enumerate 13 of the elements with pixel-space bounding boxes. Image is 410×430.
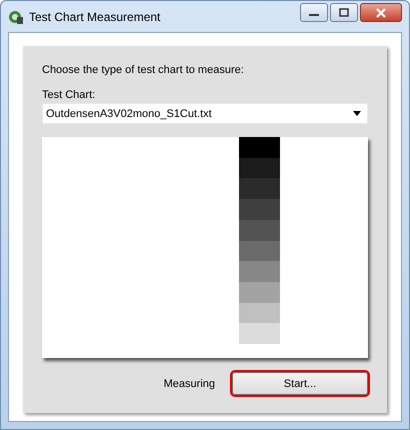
chart-dropdown[interactable]: OutdensenA3V02mono_S1Cut.txt [42,103,368,124]
close-button[interactable] [360,3,402,22]
minimize-button[interactable] [300,3,328,22]
field-label: Test Chart: [42,89,96,101]
close-icon [375,8,387,18]
status-text: Measuring [164,378,215,390]
app-icon [8,8,24,24]
maximize-button[interactable] [330,3,358,22]
maximize-icon [338,8,350,18]
dropdown-arrow-icon [353,111,361,116]
prompt-text: Choose the type of test chart to measure: [42,64,245,76]
window-title: Test Chart Measurement [29,10,162,24]
start-button[interactable]: Start... [232,372,368,395]
